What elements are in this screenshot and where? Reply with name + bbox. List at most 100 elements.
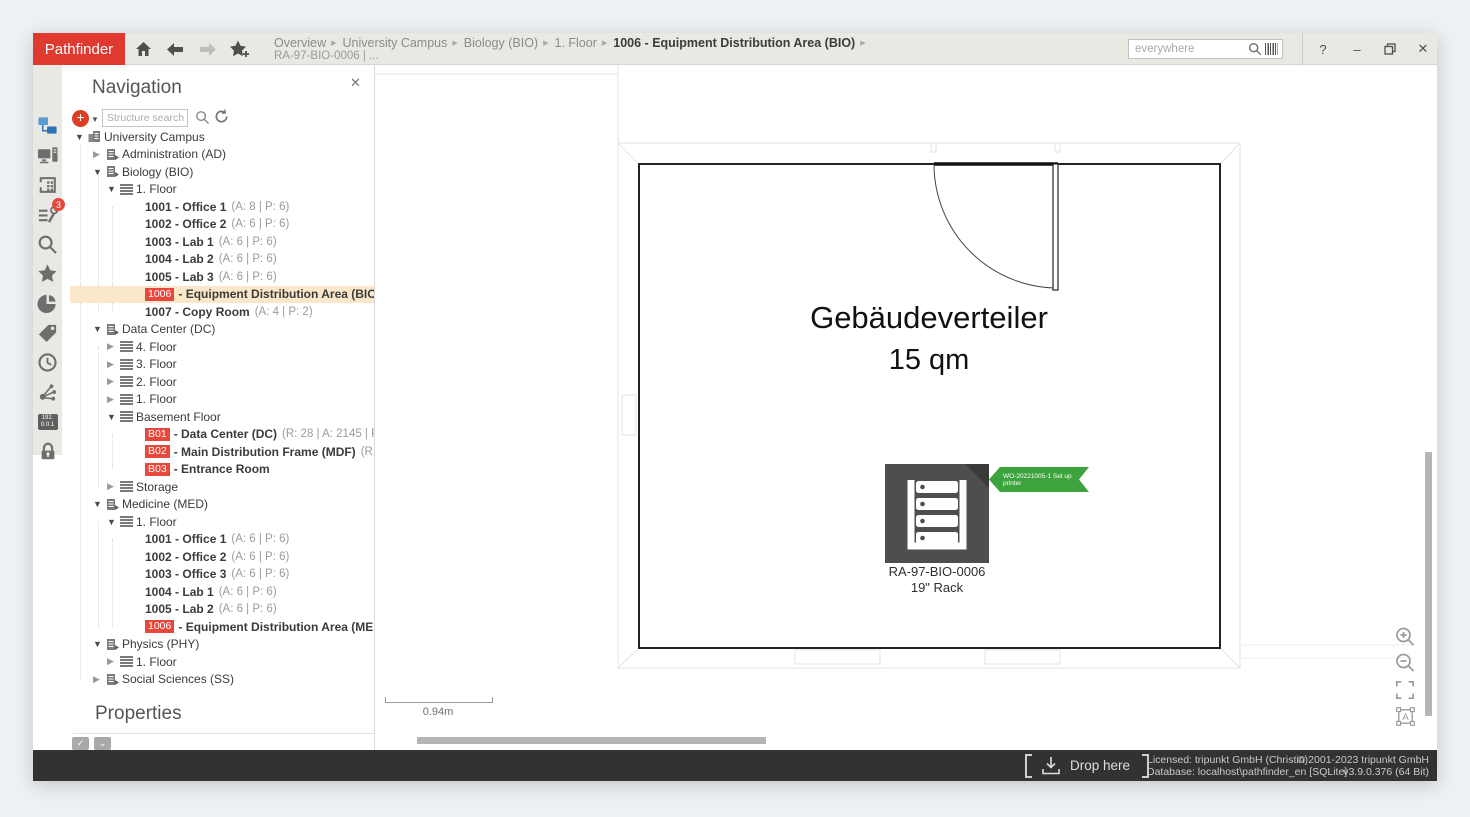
collapse-arrow-icon[interactable]: ▼ [93, 639, 106, 649]
minimize-button[interactable]: – [1346, 33, 1368, 65]
expand-arrow-icon[interactable]: ▶ [107, 341, 120, 352]
toolbar-search-button[interactable] [36, 233, 59, 256]
home-button[interactable] [130, 33, 156, 65]
toolbar-navigation-button[interactable] [36, 114, 59, 137]
expand-arrow-icon[interactable]: ▶ [107, 394, 120, 405]
tree-item-b03-entrance-room[interactable]: B03- Entrance Room [70, 461, 375, 479]
tree-item-university-campus[interactable]: ▼University Campus [70, 128, 375, 146]
tree-item-1-floor[interactable]: ▼ 1. Floor [70, 513, 375, 531]
collapse-arrow-icon[interactable]: ▼ [107, 184, 120, 194]
breadcrumb-item-biology-bio[interactable]: Biology (BIO) [464, 36, 538, 50]
vertical-scrollbar[interactable] [1425, 452, 1432, 716]
rack-asset[interactable] [885, 464, 989, 563]
tree-item-4-floor[interactable]: ▶4. Floor [70, 338, 375, 356]
tree-item-1001-office-1[interactable]: 1001 - Office 1(A: 6 | P: 6) [70, 531, 375, 549]
toolbar-favorites-button[interactable] [36, 262, 59, 285]
breadcrumb-item-university-campus[interactable]: University Campus [342, 36, 447, 50]
tree-item-2-floor[interactable]: ▶2. Floor [70, 373, 375, 391]
zoom-out-button[interactable] [1393, 651, 1417, 675]
tree-item-physics-phy[interactable]: ▼Physics (PHY) [70, 636, 375, 654]
toolbar-tags-button[interactable] [36, 321, 59, 344]
collapse-arrow-icon[interactable]: ▼ [107, 412, 120, 422]
breadcrumb-item-1-floor[interactable]: 1. Floor [555, 36, 597, 50]
expand-arrow-icon[interactable]: ▶ [107, 376, 120, 387]
structure-search-input[interactable] [102, 109, 188, 127]
back-button[interactable] [162, 33, 188, 65]
toolbar-ipaddresses-button[interactable]: 192.0.0.1 [36, 410, 59, 433]
fit-view-button[interactable] [1393, 678, 1417, 702]
app-logo[interactable]: Pathfinder [33, 33, 125, 65]
help-button[interactable]: ? [1312, 33, 1334, 65]
work-order-tag[interactable]: WO-20221005-1 Set up printer [989, 467, 1089, 492]
collapse-arrow-icon[interactable]: ▼ [93, 324, 106, 334]
tree-item-basement-floor[interactable]: ▼Basement Floor [70, 408, 375, 426]
tree-item-1004-lab-1[interactable]: 1004 - Lab 1(A: 6 | P: 6) [70, 583, 375, 601]
tree-item-1005-lab-2[interactable]: 1005 - Lab 2(A: 6 | P: 6) [70, 601, 375, 619]
global-search[interactable] [1128, 39, 1283, 59]
toolbar-workorders-button[interactable]: 3 [36, 203, 59, 226]
tree-item-1004-lab-2[interactable]: 1004 - Lab 2(A: 6 | P: 6) [70, 251, 375, 269]
collapse-arrow-icon[interactable]: ▼ [75, 132, 88, 142]
tree-item-1007-copy-room[interactable]: 1007 - Copy Room(A: 4 | P: 2) [70, 303, 375, 321]
tree-item-b01-data-center-dc[interactable]: B01- Data Center (DC)(R: 28 | A: 2145 | … [70, 426, 375, 444]
tree-item-1006-equipment-distribution-area-bio[interactable]: 1006- Equipment Distribution Area (BIO)(… [70, 286, 375, 304]
restore-button[interactable] [1379, 33, 1401, 65]
tree-item-3-floor[interactable]: ▶3. Floor [70, 356, 375, 374]
tree-item-social-sciences-ss[interactable]: ▶Social Sciences (SS) [70, 671, 375, 689]
forward-button[interactable] [194, 33, 220, 65]
tree-item-1-floor[interactable]: ▶1. Floor [70, 391, 375, 409]
drop-target[interactable]: Drop here [1025, 753, 1149, 778]
collapse-arrow-icon[interactable]: ▼ [107, 517, 120, 527]
search-icon[interactable] [1248, 42, 1262, 56]
global-search-input[interactable] [1129, 43, 1248, 55]
toolbar-workstations-button[interactable] [36, 144, 59, 167]
tree-item-biology-bio[interactable]: ▼Biology (BIO) [70, 163, 375, 181]
expand-arrow-icon[interactable]: ▶ [93, 149, 106, 160]
toggle-labels-button[interactable]: A [1393, 704, 1417, 728]
close-button[interactable]: ✕ [1412, 33, 1434, 65]
tree-item-1-floor[interactable]: ▶1. Floor [70, 653, 375, 671]
tree-item-label: 1. Floor [136, 515, 177, 529]
tree-item-1-floor[interactable]: ▼1. Floor [70, 181, 375, 199]
tree-item-storage[interactable]: ▶Storage [70, 478, 375, 496]
panel-close-button[interactable]: ✕ [350, 75, 361, 91]
tree-item-medicine-med[interactable]: ▼Medicine (MED) [70, 496, 375, 514]
work-orders-badge: 3 [52, 198, 65, 211]
breadcrumb-item-1006-equipment-distribution-area-bio[interactable]: 1006 - Equipment Distribution Area (BIO) [613, 36, 855, 50]
expand-arrow-icon[interactable]: ▶ [107, 359, 120, 370]
expand-arrow-icon[interactable]: ▶ [93, 674, 106, 685]
add-dropdown-caret-icon[interactable]: ▼ [91, 115, 99, 124]
structure-search-icon[interactable] [195, 110, 210, 125]
horizontal-scrollbar[interactable] [417, 737, 766, 744]
tree-item-b02-main-distribution-frame-mdf[interactable]: B02- Main Distribution Frame (MDF)(R: 2 … [70, 443, 375, 461]
expand-arrow-icon[interactable]: ▶ [107, 481, 120, 492]
zoom-in-button[interactable] [1393, 625, 1417, 649]
tree-item-1002-office-2[interactable]: 1002 - Office 2(A: 6 | P: 6) [70, 216, 375, 234]
expand-arrow-icon[interactable]: ▶ [107, 656, 120, 667]
toolbar-floorplan-button[interactable] [36, 173, 59, 196]
toolbar-security-button[interactable] [36, 440, 59, 463]
tree-item-1003-lab-1[interactable]: 1003 - Lab 1(A: 6 | P: 6) [70, 233, 375, 251]
properties-check-button[interactable]: ✓ [72, 737, 89, 750]
properties-collapse-button[interactable]: ⌄ [94, 737, 111, 750]
tree-item-data-center-dc[interactable]: ▼Data Center (DC) [70, 321, 375, 339]
collapse-arrow-icon[interactable]: ▼ [93, 167, 106, 177]
toolbar-topology-button[interactable] [36, 381, 59, 404]
floorplan-canvas[interactable]: Gebäudeverteiler 15 qm RA-97-BIO-0006 19… [375, 65, 1437, 750]
tree-item-1002-office-2[interactable]: 1002 - Office 2(A: 6 | P: 6) [70, 548, 375, 566]
barcode-scan-icon[interactable] [1265, 43, 1278, 55]
floor-icon [120, 411, 133, 422]
tree-item-administration-ad[interactable]: ▶Administration (AD) [70, 146, 375, 164]
tree-item-1003-office-3[interactable]: 1003 - Office 3(A: 6 | P: 6) [70, 566, 375, 584]
tree-item-1001-office-1[interactable]: 1001 - Office 1(A: 8 | P: 6) [70, 198, 375, 216]
tree-item-1005-lab-3[interactable]: 1005 - Lab 3(A: 6 | P: 6) [70, 268, 375, 286]
add-structure-button[interactable]: + [72, 110, 89, 127]
toolbar-history-button[interactable] [36, 351, 59, 374]
breadcrumb-item-overview[interactable]: Overview [274, 36, 326, 50]
add-favorite-button[interactable] [226, 33, 252, 65]
tree-item-1006-equipment-distribution-area-med[interactable]: 1006- Equipment Distribution Area (MED)(… [70, 618, 375, 636]
breadcrumb-line2[interactable]: RA-97-BIO-0006 | ... [274, 50, 379, 62]
refresh-icon[interactable] [214, 109, 229, 124]
toolbar-reports-button[interactable] [36, 292, 59, 315]
collapse-arrow-icon[interactable]: ▼ [93, 499, 106, 509]
